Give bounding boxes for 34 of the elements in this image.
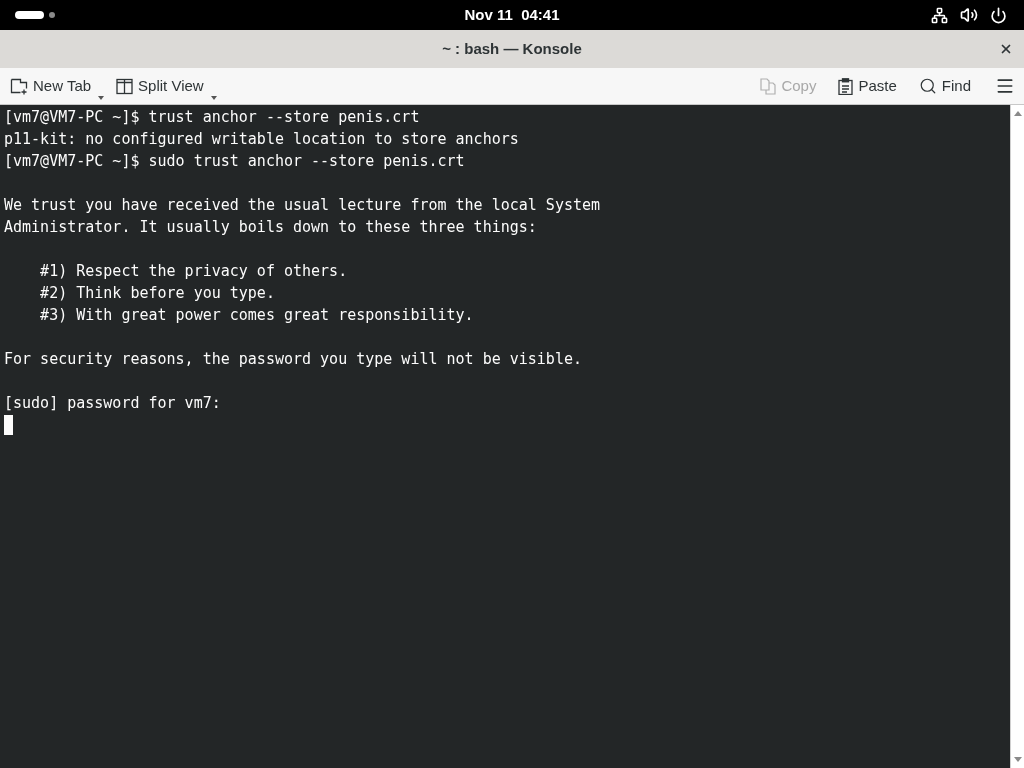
window-title: ~ : bash — Konsole [442, 38, 582, 59]
terminal-line: #1) Respect the privacy of others. [39, 262, 348, 280]
down-arrow-icon[interactable] [1013, 757, 1022, 762]
caret-icon [210, 96, 217, 100]
power-icon[interactable] [990, 6, 1007, 24]
toolbar-button[interactable]: Split View [114, 71, 219, 101]
volume-icon[interactable] [960, 6, 978, 24]
split-columns-icon [116, 77, 134, 95]
close-icon [999, 42, 1013, 56]
close-button[interactable] [999, 42, 1013, 56]
terminal-line: For security reasons, the password you type will not be visible. [4, 350, 582, 368]
clipboard-icon [838, 77, 854, 95]
menu-icon [995, 76, 1015, 96]
copy-icon [760, 77, 777, 95]
network-icon[interactable] [931, 6, 948, 24]
toolbar-button[interactable]: Paste [836, 71, 899, 101]
terminal-line: [vm7@VM7-PC ~]$ trust anchor --store penis.crt [4, 108, 420, 126]
clock[interactable]: Nov 11 04:41 [464, 3, 560, 27]
caret-icon [98, 96, 105, 100]
scrollbar[interactable] [1010, 105, 1024, 768]
workspace-indicator-icon[interactable] [15, 11, 57, 19]
terminal-line: #2) Think before you type. [39, 284, 275, 302]
terminal-line: p11-kit: no configured writable location to store anchors [4, 130, 519, 148]
terminal-line: [sudo] password for vm7: [4, 394, 221, 412]
terminal-line: #3) With great power comes great responsibility. [39, 306, 474, 324]
toolbar-button[interactable]: Find [916, 71, 973, 101]
terminal-line: Administrator. It usually boils down to these three things: [4, 218, 537, 236]
terminal-line: We trust you have received the usual lecture from the local System [4, 196, 601, 214]
toolbar-button[interactable]: New Tab [8, 71, 107, 101]
menu-button[interactable] [995, 76, 1015, 96]
search-icon [918, 77, 937, 95]
up-arrow-icon[interactable] [1013, 111, 1022, 116]
terminal-line: [vm7@VM7-PC ~]$ sudo trust anchor --store penis.crt [4, 152, 465, 170]
new-tab-icon [10, 77, 28, 95]
